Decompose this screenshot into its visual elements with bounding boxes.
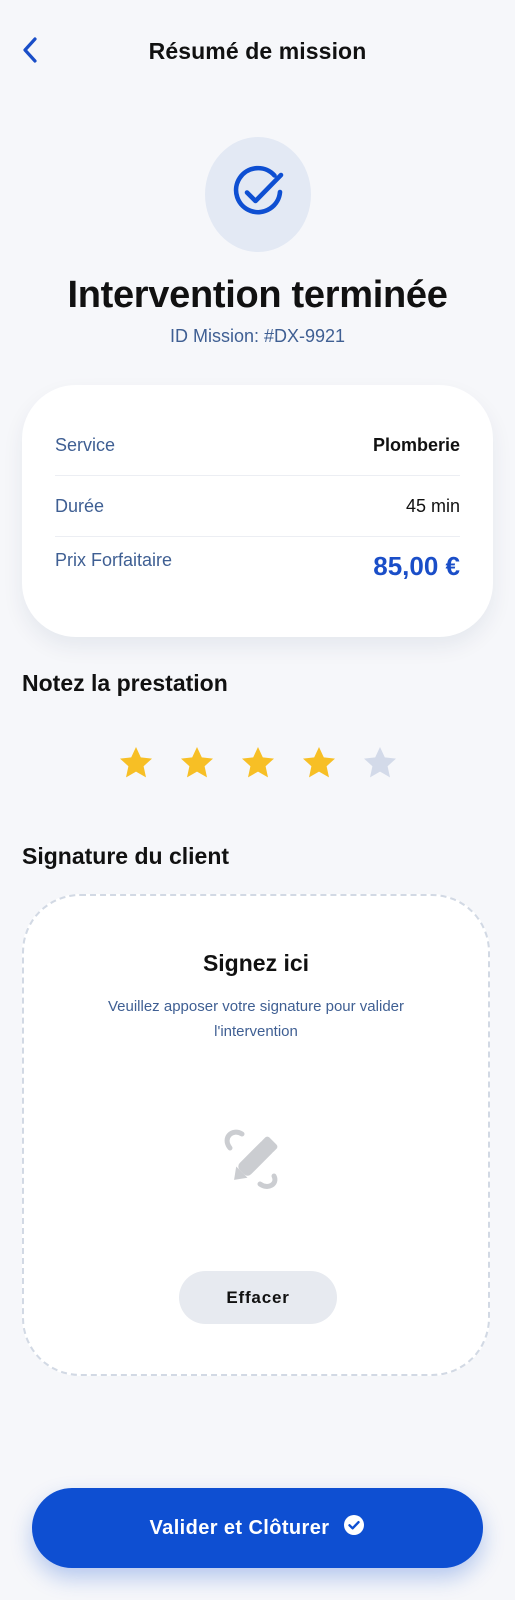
status-title: Intervention terminée [67,274,448,316]
summary-label: Prix Forfaitaire [55,550,173,570]
signature-pad[interactable]: Signez ici Veuillez apposer votre signat… [22,894,490,1376]
summary-row-service: Service Plomberie [55,415,460,476]
signature-box-title: Signez ici [202,950,310,976]
star-rating [0,744,515,782]
summary-label: Durée [55,495,105,516]
price-value: 85,00 € [373,550,460,581]
top-bar: Résumé de mission [0,0,515,104]
signature-instructions: Veuillez apposer votre signature pour va… [107,998,404,1040]
page-title: Résumé de mission [148,38,367,64]
summary-row-duration: Durée 45 min [55,476,460,537]
validate-close-button[interactable]: Valider et Clôturer [32,1488,483,1568]
star-icon-4[interactable] [300,744,338,782]
summary-label: Service [55,434,116,455]
check-circle-icon [229,163,287,226]
star-icon-2[interactable] [178,744,216,782]
submit-label: Valider et Clôturer [149,1516,330,1539]
clear-signature-button[interactable]: Effacer [179,1271,337,1324]
star-icon-3[interactable] [239,744,277,782]
mission-summary-screen: Résumé de mission Intervention terminée … [0,0,515,1600]
signature-section-title: Signature du client [22,843,230,869]
star-icon-5[interactable] [361,744,399,782]
signature-pencil-icon [214,1116,298,1200]
star-icon-1[interactable] [117,744,155,782]
rating-title: Notez la prestation [22,670,228,696]
mission-id: ID Mission: #DX-9921 [169,326,346,346]
summary-value: Plomberie [372,434,460,455]
success-badge [205,137,311,252]
summary-value: 45 min [405,495,460,516]
check-circle-icon [343,1514,365,1542]
summary-row-price: Prix Forfaitaire 85,00 € [55,536,460,596]
summary-card: Service Plomberie Durée 45 min Prix Forf… [22,385,493,637]
